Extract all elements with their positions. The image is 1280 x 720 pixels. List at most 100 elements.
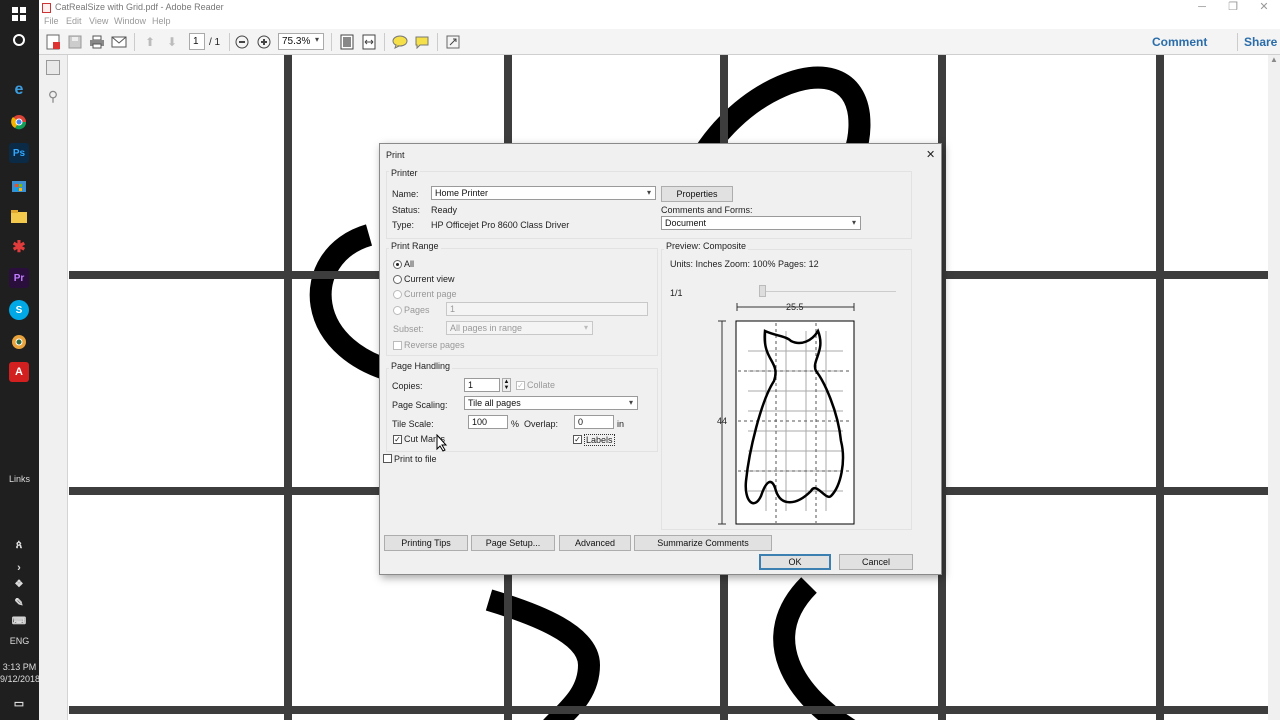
comments-forms-select[interactable]: Document ▾ — [661, 216, 861, 230]
skype-icon[interactable]: S — [9, 300, 29, 320]
toolbar-separator — [1237, 33, 1238, 51]
current-view-radio[interactable] — [393, 275, 402, 284]
ok-button[interactable]: OK — [759, 554, 831, 570]
pdf-file-icon — [42, 3, 51, 13]
copies-spinner[interactable]: ▲ ▼ — [502, 378, 511, 392]
keyboard-icon[interactable]: ⌨ — [9, 611, 29, 631]
menu-file[interactable]: File — [44, 16, 59, 26]
menu-window[interactable]: Window — [114, 16, 146, 26]
pen-icon[interactable]: ✎ — [9, 592, 29, 612]
comment-pane-button[interactable]: Comment — [1152, 35, 1207, 49]
all-radio-label[interactable]: All — [404, 259, 414, 269]
printing-tips-button[interactable]: Printing Tips — [384, 535, 468, 551]
previous-page-icon[interactable]: ⬆ — [141, 33, 159, 51]
cancel-button[interactable]: Cancel — [839, 554, 913, 570]
preview-slider-thumb[interactable] — [759, 285, 766, 297]
zoom-in-icon[interactable] — [255, 33, 273, 51]
attachments-icon[interactable]: ⚲ — [46, 88, 60, 104]
email-icon[interactable] — [110, 33, 128, 51]
current-page-radio[interactable] — [393, 290, 402, 299]
current-view-label[interactable]: Current view — [404, 274, 455, 284]
chrome-canary-icon[interactable] — [9, 332, 29, 352]
scroll-up-icon[interactable]: ▲ — [1268, 55, 1280, 67]
cortana-icon[interactable] — [9, 30, 29, 50]
pages-radio[interactable] — [393, 306, 402, 315]
menu-help[interactable]: Help — [152, 16, 171, 26]
highlight-icon[interactable] — [413, 33, 431, 51]
collate-checkbox[interactable]: ✓ — [516, 381, 525, 390]
menu-edit[interactable]: Edit — [66, 16, 82, 26]
print-to-file-label[interactable]: Print to file — [394, 454, 437, 464]
toolbar-separator — [134, 33, 135, 51]
printer-name-label: Name: — [392, 189, 419, 199]
printer-type-label: Type: — [392, 220, 415, 230]
people-icon[interactable]: ጰ — [9, 535, 29, 555]
all-radio[interactable] — [393, 260, 402, 269]
zoom-out-icon[interactable] — [233, 33, 251, 51]
sticky-note-icon[interactable] — [391, 33, 409, 51]
summarize-comments-button[interactable]: Summarize Comments — [634, 535, 772, 551]
menu-view[interactable]: View — [89, 16, 108, 26]
properties-button[interactable]: Properties — [661, 186, 733, 202]
next-page-icon[interactable]: ⬇ — [163, 33, 181, 51]
printer-status-value: Ready — [431, 205, 458, 215]
close-window-button[interactable]: ✕ — [1249, 0, 1279, 15]
labels-checkbox[interactable]: ✓ — [573, 435, 582, 444]
page-total: / 1 — [209, 37, 221, 48]
subset-select[interactable]: All pages in range ▾ — [446, 321, 593, 335]
reverse-pages-label: Reverse pages — [404, 340, 465, 350]
language-indicator[interactable]: ENG — [0, 636, 39, 646]
preview-page-indicator: 1/1 — [670, 288, 683, 298]
expand-icon[interactable] — [444, 33, 462, 51]
comments-forms-label: Comments and Forms: — [661, 205, 753, 215]
start-icon[interactable] — [9, 4, 29, 24]
chevron-down-icon: ▾ — [646, 188, 651, 197]
minimize-button[interactable]: ─ — [1187, 0, 1217, 15]
advanced-button[interactable]: Advanced — [559, 535, 631, 551]
edge-icon[interactable]: e — [9, 80, 29, 100]
cut-marks-checkbox[interactable]: ✓ — [393, 435, 402, 444]
pages-label: Pages — [404, 305, 430, 315]
app-gear-icon[interactable]: ✱ — [9, 237, 29, 257]
vertical-scrollbar[interactable]: ▲ — [1268, 55, 1280, 720]
collate-label: Collate — [527, 380, 556, 390]
store-icon[interactable] — [9, 175, 29, 195]
clock-time[interactable]: 3:13 PM — [0, 662, 39, 672]
links-label[interactable]: Links — [0, 474, 39, 484]
fit-width-icon[interactable] — [360, 33, 378, 51]
toolbar-separator — [384, 33, 385, 51]
printer-name-select[interactable]: Home Printer ▾ — [431, 186, 656, 200]
print-to-file-checkbox[interactable] — [383, 454, 392, 463]
tile-scale-input[interactable]: 100 — [468, 415, 508, 429]
page-setup-button[interactable]: Page Setup... — [471, 535, 555, 551]
photoshop-icon[interactable]: Ps — [9, 143, 29, 163]
chrome-icon[interactable] — [9, 112, 29, 132]
page-scaling-select[interactable]: Tile all pages ▾ — [464, 396, 638, 410]
labels-label[interactable]: Labels — [584, 434, 615, 446]
windows-taskbar: e Ps ✱ Pr S A Links ጰ › ❖ ✎ ⌨ ENG 3:13 P… — [0, 0, 40, 720]
page-scaling-label: Page Scaling: — [392, 400, 448, 410]
zoom-level-select[interactable]: 75.3% ▾ — [278, 33, 324, 50]
comments-forms-value: Document — [665, 218, 707, 228]
dialog-close-button[interactable]: ✕ — [926, 148, 935, 161]
notifications-icon[interactable]: ▭ — [9, 693, 29, 713]
fit-page-icon[interactable] — [338, 33, 356, 51]
pages-input[interactable]: 1 — [446, 302, 648, 316]
save-icon[interactable] — [66, 33, 84, 51]
print-icon[interactable] — [88, 33, 106, 51]
overlap-label: Overlap: — [524, 419, 559, 429]
share-pane-button[interactable]: Share — [1244, 35, 1277, 49]
print-range-label: Print Range — [389, 241, 441, 251]
restore-button[interactable]: ❐ — [1218, 0, 1248, 15]
create-pdf-icon[interactable] — [44, 33, 62, 51]
premiere-icon[interactable]: Pr — [9, 268, 29, 288]
overlap-input[interactable]: 0 — [574, 415, 614, 429]
dropbox-icon[interactable]: ❖ — [9, 574, 29, 594]
pages-panel-icon[interactable] — [46, 60, 60, 75]
reverse-pages-checkbox[interactable] — [393, 341, 402, 350]
acrobat-icon[interactable]: A — [9, 362, 29, 382]
copies-input[interactable]: 1 — [464, 378, 500, 392]
page-number-input[interactable]: 1 — [189, 33, 205, 50]
file-explorer-icon[interactable] — [9, 206, 29, 226]
clock-date[interactable]: 9/12/2018 — [0, 674, 40, 684]
